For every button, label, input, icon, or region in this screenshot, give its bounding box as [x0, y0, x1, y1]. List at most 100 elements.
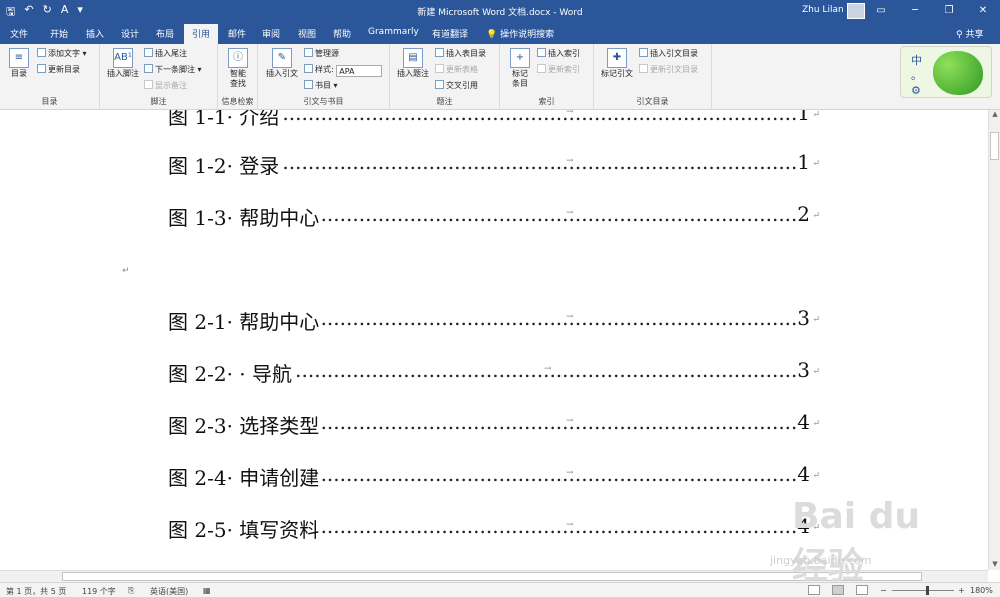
bibliography-icon: [304, 80, 313, 89]
style-icon: [304, 64, 313, 73]
manage-sources-button[interactable]: 管理源: [304, 48, 339, 60]
group-label-citations: 引文与书目: [303, 97, 344, 106]
toc-entry[interactable]: ........................................…: [168, 150, 820, 176]
tab-layout[interactable]: 布局: [156, 27, 174, 40]
group-research: ⓘ 智能 查找 信息检索: [218, 44, 258, 110]
show-notes-icon: [144, 80, 153, 89]
caption-icon: ▤: [403, 48, 423, 68]
add-text-icon: [37, 48, 46, 57]
tab-help[interactable]: 帮助: [333, 27, 351, 40]
zoom-out-button[interactable]: −: [880, 586, 887, 595]
footnote-icon: AB¹: [113, 48, 133, 68]
smart-lookup-button[interactable]: ⓘ 智能 查找: [224, 48, 252, 89]
tab-review[interactable]: 审阅: [262, 27, 280, 40]
insert-toa-button[interactable]: 插入引文目录: [639, 48, 698, 60]
toc-entry[interactable]: ........................................…: [168, 110, 820, 127]
macro-icon[interactable]: ▦: [203, 586, 211, 595]
ribbon-display-icon[interactable]: ▭: [864, 0, 898, 22]
update-table-button[interactable]: 更新表格: [435, 64, 478, 76]
share-button[interactable]: ⚲ 共享: [956, 27, 983, 40]
tab-design[interactable]: 设计: [121, 27, 139, 40]
page-count[interactable]: 第 1 页，共 5 页: [6, 586, 66, 597]
close-icon[interactable]: ✕: [966, 0, 1000, 22]
tab-mailings[interactable]: 邮件: [228, 27, 246, 40]
mark-entry-button[interactable]: + 标记 条目: [506, 48, 534, 89]
next-footnote-button[interactable]: 下一条脚注 ▾: [144, 64, 202, 76]
read-mode-icon[interactable]: [808, 585, 820, 595]
cross-reference-button[interactable]: 交叉引用: [435, 80, 478, 92]
add-text-button[interactable]: 添加文字 ▾: [37, 48, 87, 60]
group-label-toa: 引文目录: [636, 97, 669, 106]
update-table-icon: [435, 64, 444, 73]
avatar[interactable]: [847, 3, 865, 19]
minimize-icon[interactable]: ─: [898, 0, 932, 22]
mark-citation-button[interactable]: ✚ 标记引文: [599, 48, 635, 79]
update-toa-button[interactable]: 更新引文目录: [639, 64, 698, 76]
window-controls: ▭ ─ ❐ ✕: [864, 0, 1000, 22]
group-toc: ≡ 目录 添加文字 ▾ 更新目录 目录: [0, 44, 100, 110]
tab-insert[interactable]: 插入: [86, 27, 104, 40]
vertical-scroll-thumb[interactable]: [990, 132, 999, 160]
show-notes-button[interactable]: 显示备注: [144, 80, 187, 92]
citation-style: 样式: APA: [304, 64, 383, 77]
watermark-url: jingyan.baidu.com: [770, 554, 872, 567]
maximize-icon[interactable]: ❐: [932, 0, 966, 22]
tab-grammarly[interactable]: Grammarly: [368, 27, 419, 37]
toc-entry[interactable]: ........................................…: [168, 202, 820, 228]
insert-table-of-figures-button[interactable]: 插入表目录: [435, 48, 486, 60]
tab-view[interactable]: 视图: [298, 27, 316, 40]
group-table-of-authorities: ✚ 标记引文 插入引文目录 更新引文目录 引文目录: [594, 44, 712, 110]
zoom-in-button[interactable]: +: [958, 586, 965, 595]
toc-entry[interactable]: ........................................…: [168, 358, 820, 384]
tab-file[interactable]: 文件: [10, 27, 28, 40]
zoom-slider-knob[interactable]: [926, 586, 929, 595]
addin-logo[interactable]: 中 。 ⚙: [900, 46, 992, 98]
proofing-icon[interactable]: ⎘: [128, 586, 134, 596]
insert-footnote-button[interactable]: AB¹ 插入脚注: [105, 48, 141, 79]
scroll-down-icon[interactable]: ▼: [989, 560, 1000, 570]
toc-entry[interactable]: ........................................…: [168, 514, 820, 540]
zoom-level[interactable]: 180%: [970, 586, 993, 595]
cross-reference-icon: [435, 80, 444, 89]
group-index: + 标记 条目 插入索引 更新索引 索引: [500, 44, 594, 110]
tab-youdao[interactable]: 有道翻译: [432, 27, 468, 40]
group-label-toc: 目录: [41, 97, 58, 106]
print-layout-icon[interactable]: [832, 585, 844, 595]
tab-references[interactable]: 引用: [184, 24, 219, 44]
insert-index-icon: [537, 48, 546, 57]
insert-toa-icon: [639, 48, 648, 57]
tab-home[interactable]: 开始: [50, 27, 68, 40]
tell-me-search[interactable]: 💡 操作说明搜索: [486, 27, 554, 40]
style-select[interactable]: APA: [336, 65, 383, 77]
zoom-slider[interactable]: [892, 590, 954, 591]
insert-caption-button[interactable]: ▤ 插入题注: [396, 48, 430, 79]
clover-icon: [933, 51, 983, 95]
insert-endnote-button[interactable]: 插入尾注: [144, 48, 187, 60]
toc-button[interactable]: ≡ 目录: [6, 48, 32, 79]
update-toc-button[interactable]: 更新目录: [37, 64, 80, 76]
empty-paragraph-mark: ↵: [122, 266, 130, 276]
toc-entry[interactable]: ........................................…: [168, 410, 820, 436]
group-label-index: 索引: [538, 97, 555, 106]
bibliography-button[interactable]: 书目 ▾: [304, 80, 338, 92]
group-citations: ✎ 插入引文 管理源 样式: APA 书目 ▾ 引文与书目: [258, 44, 390, 110]
update-index-button[interactable]: 更新索引: [537, 64, 580, 76]
vertical-scrollbar[interactable]: ▲ ▼: [988, 110, 1000, 570]
insert-citation-button[interactable]: ✎ 插入引文: [264, 48, 300, 79]
user-name[interactable]: Zhu Lilan: [802, 5, 844, 15]
endnote-icon: [144, 48, 153, 57]
group-label-research: 信息检索: [221, 97, 254, 106]
lightbulb-icon: 💡: [486, 30, 501, 40]
toc-entry[interactable]: ........................................…: [168, 306, 820, 332]
word-count[interactable]: 119 个字: [82, 586, 116, 597]
scroll-up-icon[interactable]: ▲: [989, 110, 1000, 120]
insert-index-button[interactable]: 插入索引: [537, 48, 580, 60]
web-layout-icon[interactable]: [856, 585, 868, 595]
manage-sources-icon: [304, 48, 313, 57]
toc-entry[interactable]: ........................................…: [168, 462, 820, 488]
mark-citation-icon: ✚: [607, 48, 627, 68]
watermark: Bai du 经验 jingyan.baidu.com: [762, 488, 952, 587]
mark-entry-icon: +: [510, 48, 530, 68]
language[interactable]: 英语(美国): [150, 586, 188, 597]
group-captions: ▤ 插入题注 插入表目录 更新表格 交叉引用 题注: [390, 44, 500, 110]
